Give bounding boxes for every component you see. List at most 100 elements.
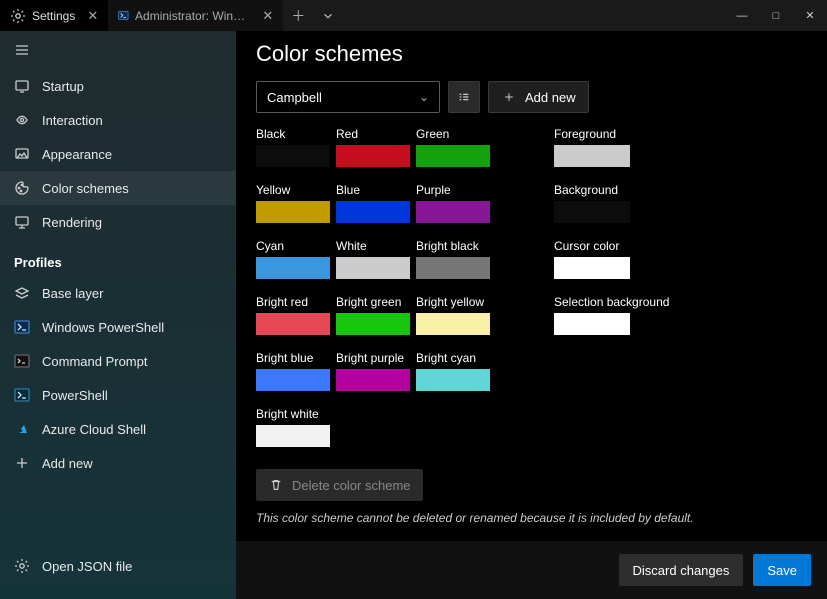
color-bright-cyan: Bright cyan — [416, 351, 496, 391]
chevron-down-icon: ⌄ — [419, 90, 429, 104]
color-swatch[interactable] — [416, 201, 490, 223]
sidebar-add-new-profile[interactable]: Add new — [0, 446, 236, 480]
sidebar-open-json-file[interactable]: Open JSON file — [0, 549, 236, 583]
color-swatch[interactable] — [416, 257, 490, 279]
hamburger-button[interactable] — [0, 31, 236, 69]
maximize-button[interactable]: □ — [759, 0, 793, 31]
color-blue: Blue — [336, 183, 416, 223]
sidebar-item-label: Startup — [42, 79, 84, 94]
scheme-select-value: Campbell — [267, 90, 322, 105]
color-swatch[interactable] — [336, 145, 410, 167]
save-label: Save — [767, 563, 797, 578]
sidebar-profile-windows-powershell[interactable]: Windows PowerShell — [0, 310, 236, 344]
add-new-scheme-button[interactable]: Add new — [488, 81, 589, 113]
color-swatch[interactable] — [554, 257, 630, 279]
color-label: Black — [256, 127, 336, 141]
close-window-button[interactable]: ✕ — [793, 0, 827, 31]
plus-icon — [501, 89, 517, 105]
color-label: Bright red — [256, 295, 336, 309]
discard-label: Discard changes — [633, 563, 730, 578]
color-label: Bright black — [416, 239, 496, 253]
color-swatch[interactable] — [554, 201, 630, 223]
rename-scheme-button[interactable] — [448, 81, 480, 113]
sidebar-item-label: Open JSON file — [42, 559, 132, 574]
maximize-icon: □ — [773, 10, 780, 22]
sidebar-item-interaction[interactable]: Interaction — [0, 103, 236, 137]
color-label: Cyan — [256, 239, 336, 253]
sidebar-item-startup[interactable]: Startup — [0, 69, 236, 103]
tab-dropdown-button[interactable] — [313, 0, 343, 31]
color-label: Selection background — [554, 295, 634, 309]
sidebar-item-label: PowerShell — [42, 388, 108, 403]
color-swatch[interactable] — [256, 425, 330, 447]
color-label: Bright purple — [336, 351, 416, 365]
delete-label: Delete color scheme — [292, 478, 411, 493]
color-label: Purple — [416, 183, 496, 197]
color-foreground: Foreground — [554, 127, 634, 167]
color-swatch[interactable] — [336, 201, 410, 223]
color-green: Green — [416, 127, 496, 167]
sidebar-item-label: Add new — [42, 456, 93, 471]
close-icon[interactable]: ✕ — [87, 8, 98, 24]
page-title: Color schemes — [256, 41, 807, 67]
color-label: Red — [336, 127, 416, 141]
color-swatch[interactable] — [256, 145, 330, 167]
sidebar-item-color-schemes[interactable]: Color schemes — [0, 171, 236, 205]
color-swatch[interactable] — [256, 201, 330, 223]
color-white: White — [336, 239, 416, 279]
sidebar-profile-azure-cloud-shell[interactable]: Azure Cloud Shell — [0, 412, 236, 446]
color-swatch[interactable] — [256, 369, 330, 391]
color-label: Foreground — [554, 127, 634, 141]
color-swatch[interactable] — [336, 257, 410, 279]
sidebar-item-label: Appearance — [42, 147, 112, 162]
plus-icon — [14, 455, 30, 471]
sidebar-item-appearance[interactable]: Appearance — [0, 137, 236, 171]
color-swatch[interactable] — [256, 257, 330, 279]
tab-label: Administrator: Windows PowerS — [135, 9, 250, 23]
powershell-icon — [14, 319, 30, 335]
color-bright-red: Bright red — [256, 295, 336, 335]
color-swatch[interactable] — [554, 313, 630, 335]
color-swatch[interactable] — [416, 369, 490, 391]
sidebar-profile-base-layer[interactable]: Base layer — [0, 276, 236, 310]
minimize-button[interactable]: — — [725, 0, 759, 31]
tab-settings[interactable]: Settings ✕ — [0, 0, 108, 31]
color-selection-background: Selection background — [554, 295, 634, 335]
color-yellow: Yellow — [256, 183, 336, 223]
color-swatch[interactable] — [416, 145, 490, 167]
close-icon[interactable]: ✕ — [262, 8, 273, 24]
color-label: White — [336, 239, 416, 253]
color-swatch[interactable] — [256, 313, 330, 335]
color-bright-white: Bright white — [256, 407, 336, 447]
discard-button[interactable]: Discard changes — [619, 554, 744, 586]
color-label: Blue — [336, 183, 416, 197]
trash-icon — [268, 477, 284, 493]
new-tab-button[interactable]: ＋ — [283, 0, 313, 31]
color-label: Bright green — [336, 295, 416, 309]
sidebar-profile-powershell[interactable]: PowerShell — [0, 378, 236, 412]
tab-powershell[interactable]: Administrator: Windows PowerS ✕ — [108, 0, 283, 31]
color-label: Green — [416, 127, 496, 141]
color-label: Cursor color — [554, 239, 634, 253]
sidebar: Startup Interaction Appearance Color sch… — [0, 31, 236, 599]
interaction-icon — [14, 112, 30, 128]
color-schemes-icon — [14, 180, 30, 196]
color-bright-black: Bright black — [416, 239, 496, 279]
color-swatch[interactable] — [336, 313, 410, 335]
color-swatch[interactable] — [416, 313, 490, 335]
color-swatch[interactable] — [336, 369, 410, 391]
color-red: Red — [336, 127, 416, 167]
scheme-select[interactable]: Campbell ⌄ — [256, 81, 440, 113]
sidebar-item-label: Azure Cloud Shell — [42, 422, 146, 437]
color-bright-purple: Bright purple — [336, 351, 416, 391]
sidebar-profile-command-prompt[interactable]: Command Prompt — [0, 344, 236, 378]
title-bar: Settings ✕ Administrator: Windows PowerS… — [0, 0, 827, 31]
save-button[interactable]: Save — [753, 554, 811, 586]
sidebar-item-rendering[interactable]: Rendering — [0, 205, 236, 239]
footer: Discard changes Save — [236, 541, 827, 599]
sidebar-item-label: Command Prompt — [42, 354, 147, 369]
color-swatch[interactable] — [554, 145, 630, 167]
color-label: Bright blue — [256, 351, 336, 365]
profiles-header: Profiles — [0, 239, 236, 276]
powershell-icon — [118, 8, 129, 24]
